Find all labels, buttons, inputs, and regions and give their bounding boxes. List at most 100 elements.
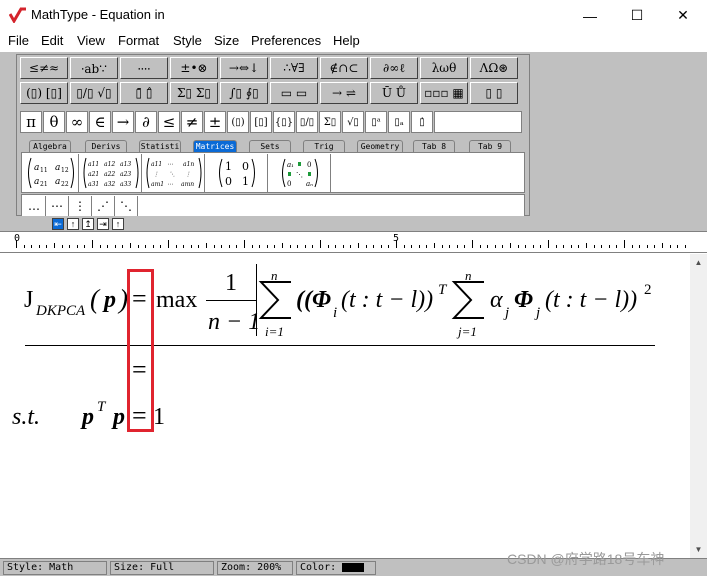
spaces-ellipses-palette-button[interactable]: ⸱ab∵: [70, 57, 118, 79]
left-tab-stop-button[interactable]: ⇤: [52, 218, 64, 230]
decimal-tab-stop-button[interactable]: ↑: [112, 218, 124, 230]
neq-symbol-button[interactable]: ≠: [181, 111, 203, 133]
up-diagonal-ellipsis-button[interactable]: ⋰: [92, 196, 115, 216]
menu-format[interactable]: Format: [118, 33, 159, 48]
tab-8[interactable]: Tab 8: [413, 140, 455, 152]
partial-symbol-button[interactable]: ∂: [135, 111, 157, 133]
parentheses-template-button[interactable]: (▯): [227, 111, 249, 133]
labeled-arrows-palette-button[interactable]: → ⇌: [320, 82, 368, 104]
set-theory-palette-button[interactable]: ∉∩⊂: [320, 57, 368, 79]
misc-symbols-palette-button[interactable]: ∂∞ℓ: [370, 57, 418, 79]
right-tab-stop-button[interactable]: ↥: [82, 218, 94, 230]
ruler-tick: [555, 245, 557, 248]
svg-text:11: 11: [40, 167, 48, 174]
matrix-mxn-button[interactable]: a11 ⋯ a1n ⋮ ⋱ ⋮ am1 ⋯ amn: [143, 154, 205, 192]
ruler-tick: [92, 240, 93, 248]
subscript-template-button[interactable]: ▯ₐ: [388, 111, 410, 133]
fraction-template-button[interactable]: ▯/▯: [296, 111, 318, 133]
arrows-palette-button[interactable]: →⇔↓: [220, 57, 268, 79]
summation-template-button[interactable]: Σ▯: [319, 111, 341, 133]
fences-palette-button[interactable]: (▯) [▯]: [20, 82, 68, 104]
menu-edit[interactable]: Edit: [41, 33, 63, 48]
center-tab-stop-button[interactable]: ↑: [67, 218, 79, 230]
scroll-up-arrow-icon[interactable]: ▲: [690, 254, 707, 271]
logical-palette-button[interactable]: ∴∀∃: [270, 57, 318, 79]
svg-text:a21: a21: [88, 171, 99, 178]
eq-subscript-j-2: j: [536, 305, 541, 321]
integral-palette-button[interactable]: ∫▯ ∮▯: [220, 82, 268, 104]
ruler[interactable]: 0 5: [0, 231, 707, 253]
ruler-tick: [228, 245, 230, 248]
tab-9[interactable]: Tab 9: [469, 140, 511, 152]
eq-subscript-i: i: [333, 305, 338, 321]
tab-matrices[interactable]: Matrices: [193, 140, 237, 152]
baseline-ellipsis-button[interactable]: …: [23, 196, 46, 216]
ruler-tick: [418, 245, 420, 248]
brackets-template-button[interactable]: [▯]: [250, 111, 272, 133]
svg-text:a11: a11: [151, 161, 162, 168]
boxes-palette-button[interactable]: ▯ ▯: [470, 82, 518, 104]
menu-size[interactable]: Size: [214, 33, 239, 48]
ruler-tick: [358, 243, 359, 248]
vertical-ellipsis-button[interactable]: ⋮: [69, 196, 92, 216]
greek-upper-palette-button[interactable]: ΛΩ⊛: [470, 57, 518, 79]
fractions-radicals-palette-button[interactable]: ▯/▯ √▯: [70, 82, 118, 104]
svg-text:1: 1: [242, 175, 249, 188]
matrices-palette-button[interactable]: ▫▫▫ ▦: [420, 82, 468, 104]
menu-style[interactable]: Style: [173, 33, 202, 48]
tab-trig[interactable]: Trig: [303, 140, 345, 152]
relations-palette-button[interactable]: ≤≠≈: [20, 57, 68, 79]
relational-tab-stop-button[interactable]: ⇥: [97, 218, 109, 230]
theta-symbol-button[interactable]: θ: [43, 111, 65, 133]
ruler-tick: [411, 245, 413, 248]
scroll-down-arrow-icon[interactable]: ▼: [690, 541, 707, 558]
radical-template-button[interactable]: √▯: [342, 111, 364, 133]
ruler-tick: [282, 243, 283, 248]
tab-derivs[interactable]: Derivs: [85, 140, 127, 152]
matrix-3x3-button[interactable]: a11 a12 a13 a21 a22 a23 a31 a32 a33: [80, 154, 142, 192]
infinity-symbol-button[interactable]: ∞: [66, 111, 88, 133]
tab-geometry[interactable]: Geometry: [357, 140, 403, 152]
ruler-tick: [662, 243, 663, 248]
ruler-tick: [540, 245, 542, 248]
menu-file[interactable]: File: [8, 33, 29, 48]
centered-ellipsis-button[interactable]: ⋯: [46, 196, 69, 216]
svg-text:⋯: ⋯: [167, 161, 173, 168]
leq-symbol-button[interactable]: ≤: [158, 111, 180, 133]
down-diagonal-ellipsis-button[interactable]: ⋱: [115, 196, 138, 216]
minimize-button[interactable]: —: [567, 0, 613, 31]
tab-sets[interactable]: Sets: [249, 140, 291, 152]
ruler-tick: [548, 240, 549, 248]
equation-canvas[interactable]: J DKPCA ( p ) = max 1 n − 1 n i=1 ((Φ i …: [0, 254, 690, 558]
menu-help[interactable]: Help: [333, 33, 360, 48]
close-button[interactable]: ✕: [660, 0, 706, 31]
superscript-template-button[interactable]: ▯ᵃ: [365, 111, 387, 133]
embellishments-palette-button[interactable]: ⸱⸱⸱⸱: [120, 57, 168, 79]
maximize-button[interactable]: ☐: [614, 0, 660, 31]
ruler-tick: [236, 245, 238, 248]
pi-symbol-button[interactable]: π: [20, 111, 42, 133]
underbar-overbar-palette-button[interactable]: ▭ ▭: [270, 82, 318, 104]
right-arrow-symbol-button[interactable]: →: [112, 111, 134, 133]
tab-statistics[interactable]: Statisti: [139, 140, 181, 152]
braces-template-button[interactable]: {▯}: [273, 111, 295, 133]
plus-minus-symbol-button[interactable]: ±: [204, 111, 226, 133]
menu-view[interactable]: View: [77, 33, 105, 48]
identity-matrix-button[interactable]: 10 01: [206, 154, 268, 192]
greek-lower-palette-button[interactable]: λωθ: [420, 57, 468, 79]
status-color-label: Color:: [300, 562, 337, 573]
vertical-scrollbar[interactable]: ▲ ▼: [690, 254, 707, 558]
subscript-superscript-palette-button[interactable]: ▯̄ ▯̂: [120, 82, 168, 104]
svg-text:a: a: [34, 177, 39, 187]
element-of-symbol-button[interactable]: ∈: [89, 111, 111, 133]
ruler-tick: [23, 245, 25, 248]
matrix-2x2-button[interactable]: a 11 a 12 a 21 a 22: [23, 154, 79, 192]
diagonal-matrix-button[interactable]: a₁ 0 0 aₙ ⋱: [269, 154, 331, 192]
tab-algebra[interactable]: Algebra: [29, 140, 71, 152]
ruler-tick: [244, 240, 245, 248]
operators-palette-button[interactable]: ±•⊗: [170, 57, 218, 79]
dot-accent-template-button[interactable]: ▯̇: [411, 111, 433, 133]
menu-preferences[interactable]: Preferences: [251, 33, 321, 48]
products-set-palette-button[interactable]: Ū Ů: [370, 82, 418, 104]
summation-palette-button[interactable]: Σ▯ Σ▯: [170, 82, 218, 104]
